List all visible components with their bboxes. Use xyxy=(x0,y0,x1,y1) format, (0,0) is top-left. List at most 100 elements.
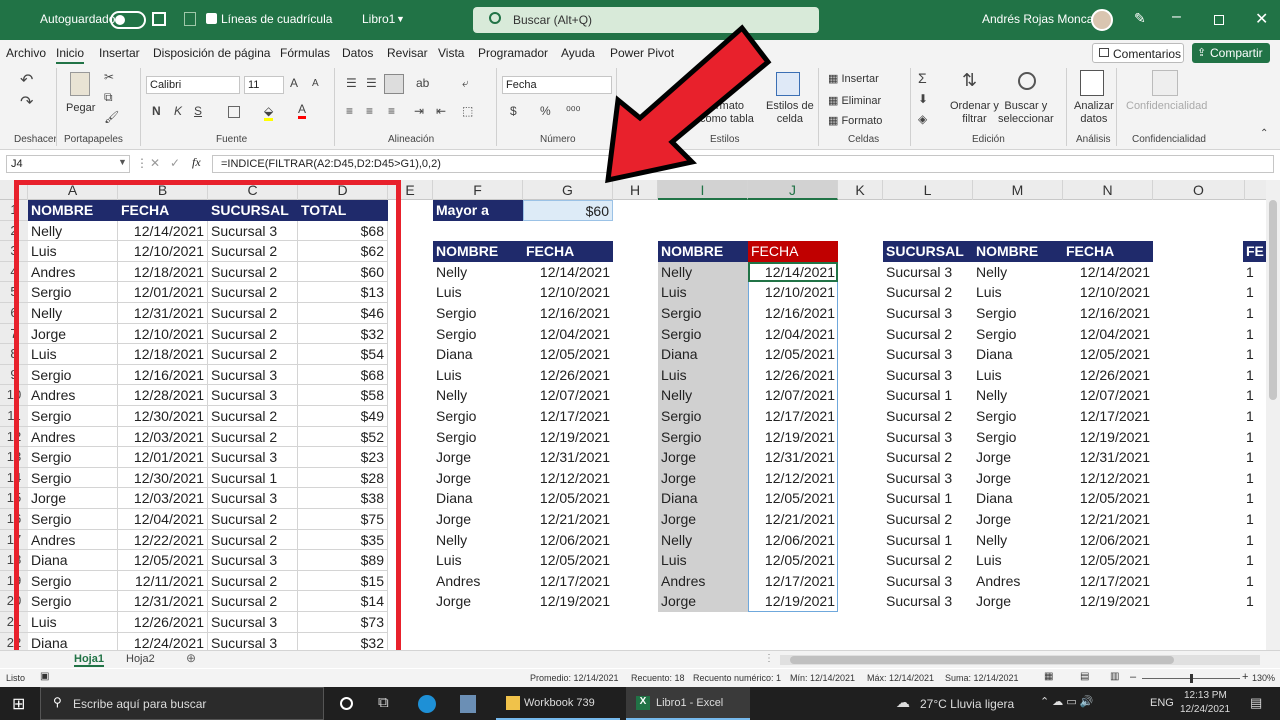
result-n-date-cell[interactable]: 12/17/2021 xyxy=(1063,406,1153,427)
result-f-name-cell[interactable]: Luis xyxy=(433,550,523,571)
notifications-icon[interactable]: ▤ xyxy=(1250,695,1262,711)
tab-disposicion[interactable]: Disposición de página xyxy=(153,46,270,60)
restore-icon[interactable] xyxy=(1214,15,1224,25)
tab-archivo[interactable]: Archivo xyxy=(6,46,46,60)
borders-icon[interactable] xyxy=(228,106,240,118)
grow-font-icon[interactable]: A xyxy=(290,76,298,90)
align-bottom-button[interactable] xyxy=(384,74,404,94)
paste-label[interactable]: Pegar xyxy=(66,102,95,115)
orientation-icon[interactable]: ab xyxy=(416,76,429,90)
redo-icon[interactable]: ↷ xyxy=(20,92,33,112)
sort-filter-button[interactable]: Ordenar y filtrar xyxy=(950,100,999,126)
result-i-name-cell[interactable]: Sergio xyxy=(658,426,748,448)
result-j-date-cell[interactable]: 12/31/2021 xyxy=(748,447,838,468)
column-header-l[interactable]: L xyxy=(883,180,973,200)
result-l-branch-cell[interactable]: Sucursal 2 xyxy=(883,324,973,345)
taskbar-app-excel[interactable]: X Libro1 - Excel xyxy=(626,687,750,720)
result-p-partial-cell[interactable]: 1 xyxy=(1243,427,1266,448)
page-layout-icon[interactable]: ▤ xyxy=(1080,671,1089,682)
result-i-name-cell[interactable]: Sergio xyxy=(658,303,748,324)
align-right-icon[interactable]: ≡ xyxy=(388,104,395,118)
result-l-header-branch[interactable]: SUCURSAL xyxy=(883,241,973,262)
result-i-name-cell[interactable]: Diana xyxy=(658,344,748,365)
result-l-branch-cell[interactable]: Sucursal 3 xyxy=(883,571,973,592)
autosave-toggle[interactable] xyxy=(110,11,146,29)
insert-function-icon[interactable]: fx xyxy=(192,155,201,170)
result-f-date-cell[interactable]: 12/17/2021 xyxy=(523,406,613,427)
criteria-label[interactable]: Mayor a xyxy=(433,200,523,221)
column-header-f[interactable]: F xyxy=(433,180,523,200)
result-m-name-cell[interactable]: Luis xyxy=(973,365,1063,386)
windows-start-icon[interactable]: ⊞ xyxy=(12,694,25,714)
result-m-name-cell[interactable]: Sergio xyxy=(973,427,1063,448)
result-n-date-cell[interactable]: 12/19/2021 xyxy=(1063,591,1153,612)
result-p-partial-cell[interactable]: 1 xyxy=(1243,385,1266,406)
horizontal-scrollbar[interactable] xyxy=(780,655,1260,665)
horizontal-scroll-thumb[interactable] xyxy=(790,656,1174,664)
insert-cells-button[interactable]: ▦ Insertar xyxy=(828,72,879,85)
autosum-icon[interactable]: Σ xyxy=(918,70,927,86)
result-l-header-date[interactable]: FECHA xyxy=(1063,241,1153,262)
result-f-name-cell[interactable]: Jorge xyxy=(433,468,523,489)
result-l-branch-cell[interactable]: Sucursal 3 xyxy=(883,427,973,448)
format-cells-button[interactable]: ▦ Formato xyxy=(828,114,882,127)
fill-icon[interactable]: ⬇ xyxy=(918,92,928,106)
result-n-date-cell[interactable]: 12/07/2021 xyxy=(1063,385,1153,406)
result-l-branch-cell[interactable]: Sucursal 2 xyxy=(883,447,973,468)
result-f-date-cell[interactable]: 12/17/2021 xyxy=(523,571,613,592)
result-m-name-cell[interactable]: Sergio xyxy=(973,406,1063,427)
result-i-name-cell[interactable]: Nelly xyxy=(658,261,748,283)
result-p-partial-cell[interactable]: 1 xyxy=(1243,468,1266,489)
result-l-branch-cell[interactable]: Sucursal 2 xyxy=(883,406,973,427)
weather-text[interactable]: 27°C Lluvia ligera xyxy=(920,697,1014,711)
cut-icon[interactable]: ✂ xyxy=(104,70,114,84)
zoom-in-icon[interactable]: + xyxy=(1242,671,1248,683)
align-middle-icon[interactable]: ☰ xyxy=(366,76,377,90)
result-f-name-cell[interactable]: Sergio xyxy=(433,427,523,448)
outdent-icon[interactable]: ⇤ xyxy=(436,104,446,118)
result-p-header-partial[interactable]: FE xyxy=(1243,241,1266,262)
result-i-name-cell[interactable]: Nelly xyxy=(658,529,748,551)
result-p-partial-cell[interactable]: 1 xyxy=(1243,530,1266,551)
result-f-date-cell[interactable]: 12/19/2021 xyxy=(523,427,613,448)
result-j-date-cell[interactable]: 12/19/2021 xyxy=(748,427,838,448)
result-p-partial-cell[interactable]: 1 xyxy=(1243,365,1266,386)
avatar[interactable] xyxy=(1091,9,1113,31)
undo-icon[interactable]: ↶ xyxy=(20,70,33,90)
clear-icon[interactable]: ◈ xyxy=(918,112,927,126)
share-button[interactable]: ⇪ Compartir xyxy=(1192,43,1270,63)
tab-programador[interactable]: Programador xyxy=(478,46,548,60)
analyze-data-button[interactable]: Analizar datos xyxy=(1074,100,1114,126)
result-i-name-cell[interactable]: Diana xyxy=(658,488,748,509)
tab-insertar[interactable]: Insertar xyxy=(99,46,140,60)
result-j-date-cell[interactable]: 12/21/2021 xyxy=(748,509,838,530)
result-m-name-cell[interactable]: Jorge xyxy=(973,509,1063,530)
result-l-branch-cell[interactable]: Sucursal 3 xyxy=(883,365,973,386)
result-f-date-cell[interactable]: 12/26/2021 xyxy=(523,365,613,386)
zoom-level[interactable]: 130% xyxy=(1252,673,1275,683)
result-f-date-cell[interactable]: 12/21/2021 xyxy=(523,509,613,530)
sort-filter-icon[interactable]: ⇅ xyxy=(962,70,977,91)
result-j-date-cell[interactable]: 12/19/2021 xyxy=(748,591,838,612)
tab-datos[interactable]: Datos xyxy=(342,46,373,60)
result-p-partial-cell[interactable]: 1 xyxy=(1243,509,1266,530)
result-i-name-cell[interactable]: Jorge xyxy=(658,591,748,612)
taskbar-search[interactable]: ⚲ Escribe aquí para buscar xyxy=(40,687,324,720)
zoom-out-icon[interactable]: – xyxy=(1130,671,1136,683)
result-j-date-cell[interactable]: 12/07/2021 xyxy=(748,385,838,406)
align-center-icon[interactable]: ≡ xyxy=(366,104,373,118)
result-m-name-cell[interactable]: Nelly xyxy=(973,530,1063,551)
result-f-name-cell[interactable]: Diana xyxy=(433,488,523,509)
normal-view-icon[interactable]: ▦ xyxy=(1044,671,1053,682)
tray-icons[interactable]: ⌃ ☁ ▭ 🔊 xyxy=(1040,695,1093,708)
underline-icon[interactable]: S xyxy=(194,104,202,118)
result-m-name-cell[interactable]: Andres xyxy=(973,571,1063,592)
delete-cells-button[interactable]: ▦ Eliminar xyxy=(828,94,881,107)
italic-icon[interactable]: K xyxy=(174,104,182,118)
edge-icon[interactable] xyxy=(418,695,436,713)
result-f-date-cell[interactable]: 12/12/2021 xyxy=(523,468,613,489)
name-box[interactable]: J4 xyxy=(6,155,130,173)
result-l-branch-cell[interactable]: Sucursal 3 xyxy=(883,303,973,324)
result-j-date-cell[interactable]: 12/14/2021 xyxy=(748,262,838,283)
close-icon[interactable]: ✕ xyxy=(1255,9,1268,29)
